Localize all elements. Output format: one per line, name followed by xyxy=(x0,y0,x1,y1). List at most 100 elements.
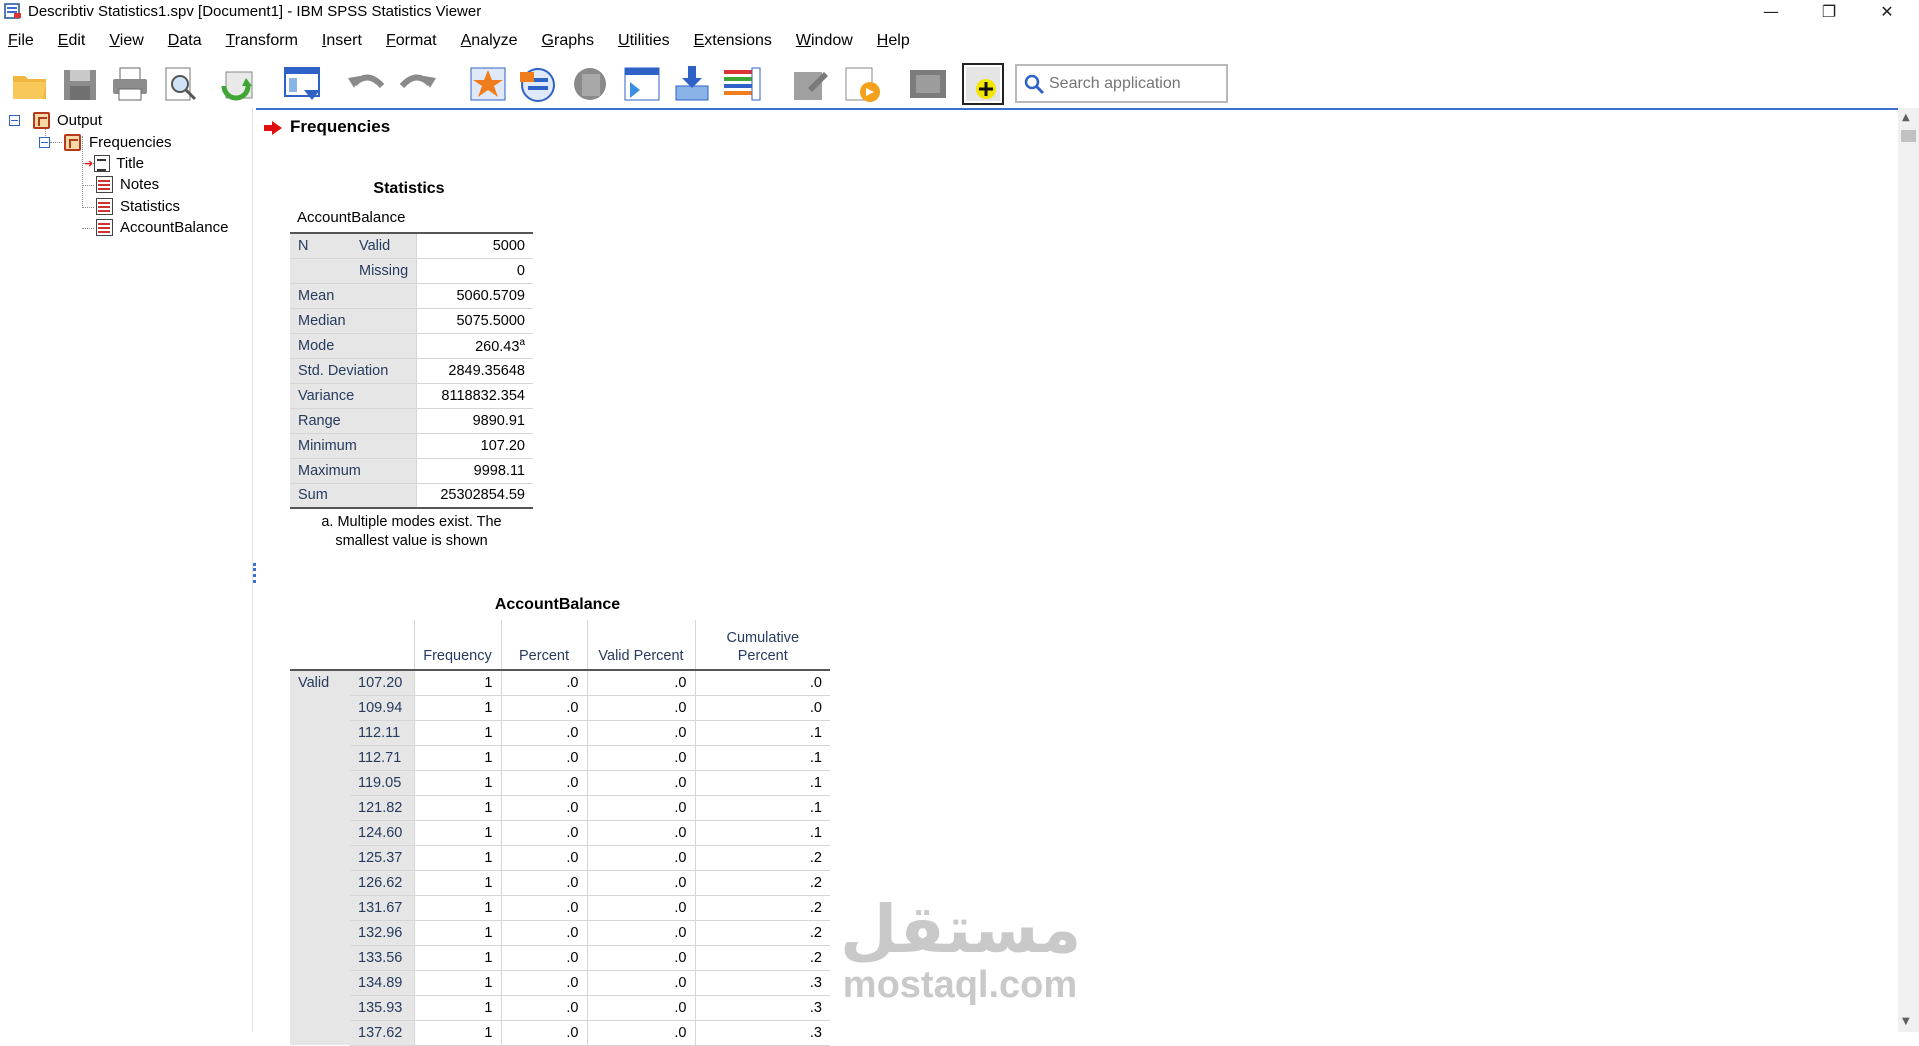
stat-group: Mean xyxy=(290,283,418,309)
restore-button[interactable]: ❐ xyxy=(1800,0,1858,22)
scroll-down-icon[interactable]: ▼ xyxy=(1902,1016,1910,1027)
cell-valid-percent: .0 xyxy=(587,745,696,771)
outline-pane xyxy=(0,108,252,1032)
tree-label-accountbalance: AccountBalance xyxy=(120,218,229,236)
tree-item-title[interactable]: ➔ Title xyxy=(84,153,144,173)
vertical-scrollbar[interactable]: ▲ ▼ xyxy=(1898,108,1919,1032)
menu-edit[interactable]: Edit xyxy=(50,32,98,50)
menu-file[interactable]: File xyxy=(0,32,46,50)
recall-dialog-icon[interactable] xyxy=(218,64,258,104)
cell-frequency: 1 xyxy=(414,995,502,1021)
statistics-footnote: a. Multiple modes exist. The smallest va… xyxy=(290,513,533,551)
row-value: 132.96 xyxy=(350,920,415,946)
valid-label: Valid xyxy=(290,670,350,1045)
cell-cumulative-percent: .1 xyxy=(695,820,830,846)
redo-icon[interactable] xyxy=(398,64,438,104)
menu-window[interactable]: Window xyxy=(788,32,865,50)
cell-cumulative-percent: .0 xyxy=(695,695,830,721)
designate-window-icon[interactable] xyxy=(622,64,662,104)
collapse-icon[interactable] xyxy=(39,136,50,148)
undo-icon[interactable] xyxy=(346,64,386,104)
stat-value: 25302854.59 xyxy=(416,483,533,509)
cell-frequency: 1 xyxy=(414,870,502,896)
menu-analyze[interactable]: Analyze xyxy=(453,32,530,50)
watermark-arabic: مستقل xyxy=(840,891,1082,968)
search-icon xyxy=(1023,73,1045,95)
current-item-arrow-icon: ➔ xyxy=(84,156,94,170)
tree-item-frequencies[interactable]: Frequencies xyxy=(39,132,172,152)
stat-group: Range xyxy=(290,408,418,434)
footnote-line: smallest value is shown xyxy=(335,533,488,549)
cell-valid-percent: .0 xyxy=(587,720,696,746)
menu-format[interactable]: Format xyxy=(378,32,449,50)
table-row: Mean 5060.5709 xyxy=(290,283,533,309)
tree-item-output[interactable]: Output xyxy=(9,110,102,130)
print-icon[interactable] xyxy=(110,64,150,104)
column-header-valid-percent: Valid Percent xyxy=(587,620,696,671)
title-doc-icon xyxy=(94,154,111,172)
menu-help[interactable]: Help xyxy=(869,32,922,50)
goto-data-icon[interactable] xyxy=(282,64,322,104)
footnote-marker: a xyxy=(519,336,525,348)
insert-output-icon[interactable] xyxy=(672,64,712,104)
search-input[interactable] xyxy=(1049,74,1219,93)
create-chart-icon[interactable] xyxy=(842,64,882,104)
cell-valid-percent: .0 xyxy=(587,845,696,871)
cell-percent: .0 xyxy=(501,895,588,921)
cell-valid-percent: .0 xyxy=(587,695,696,721)
scroll-thumb[interactable] xyxy=(1901,130,1916,142)
cell-cumulative-percent: .1 xyxy=(695,720,830,746)
open-folder-icon[interactable] xyxy=(10,64,50,104)
row-value: 134.89 xyxy=(350,970,415,996)
menu-data[interactable]: Data xyxy=(160,32,214,50)
row-value: 107.20 xyxy=(350,670,415,696)
cell-percent: .0 xyxy=(501,945,588,971)
scroll-up-icon[interactable]: ▲ xyxy=(1902,112,1910,123)
cell-frequency: 1 xyxy=(414,845,502,871)
row-value: 135.93 xyxy=(350,995,415,1021)
menu-extensions[interactable]: Extensions xyxy=(686,32,784,50)
table-row: Minimum 107.20 xyxy=(290,433,533,459)
cell-frequency: 1 xyxy=(414,895,502,921)
stat-group: N xyxy=(290,232,351,259)
stat-group: Variance xyxy=(290,383,418,409)
column-header-frequency: Frequency xyxy=(414,620,502,671)
tree-item-accountbalance[interactable]: AccountBalance xyxy=(96,217,228,237)
goto-case-icon[interactable] xyxy=(468,64,508,104)
table-row: 135.93 1.0.0.3 xyxy=(290,995,830,1021)
print-preview-icon[interactable] xyxy=(160,64,200,104)
menu-view[interactable]: View xyxy=(101,32,155,50)
table-row: 125.37 1.0.0.2 xyxy=(290,845,830,871)
hide-icon[interactable] xyxy=(790,64,830,104)
minimize-button[interactable]: — xyxy=(1742,0,1800,22)
new-output-icon[interactable] xyxy=(962,63,1004,105)
header-blank xyxy=(350,620,415,671)
menu-utilities[interactable]: Utilities xyxy=(610,32,682,50)
cell-percent: .0 xyxy=(501,970,588,996)
tree-label-statistics: Statistics xyxy=(120,197,181,215)
search-box[interactable] xyxy=(1015,64,1228,103)
frequency-table-title: AccountBalance xyxy=(494,596,621,613)
table-row: 124.60 1.0.0.1 xyxy=(290,820,830,846)
menu-insert[interactable]: Insert xyxy=(314,32,374,50)
show-all-icon[interactable] xyxy=(722,64,762,104)
cell-cumulative-percent: .2 xyxy=(695,945,830,971)
tree-item-notes[interactable]: Notes xyxy=(96,174,159,194)
cell-percent: .0 xyxy=(501,720,588,746)
tree-label-title: Title xyxy=(116,154,144,172)
cell-valid-percent: .0 xyxy=(587,895,696,921)
menu-transform[interactable]: Transform xyxy=(218,32,310,50)
collapse-icon[interactable] xyxy=(9,114,20,126)
tree-item-statistics[interactable]: Statistics xyxy=(96,196,180,216)
cell-cumulative-percent: .1 xyxy=(695,795,830,821)
save-icon[interactable] xyxy=(60,64,100,104)
cell-percent: .0 xyxy=(501,745,588,771)
tree-connector xyxy=(82,185,94,186)
menu-graphs[interactable]: Graphs xyxy=(534,32,606,50)
variables-icon[interactable] xyxy=(518,64,558,104)
use-sets-icon[interactable] xyxy=(570,64,610,104)
cell-percent: .0 xyxy=(501,1020,588,1046)
show-output-icon[interactable] xyxy=(908,64,948,104)
table-row: Std. Deviation 2849.35648 xyxy=(290,358,533,384)
close-button[interactable]: ✕ xyxy=(1858,0,1916,22)
